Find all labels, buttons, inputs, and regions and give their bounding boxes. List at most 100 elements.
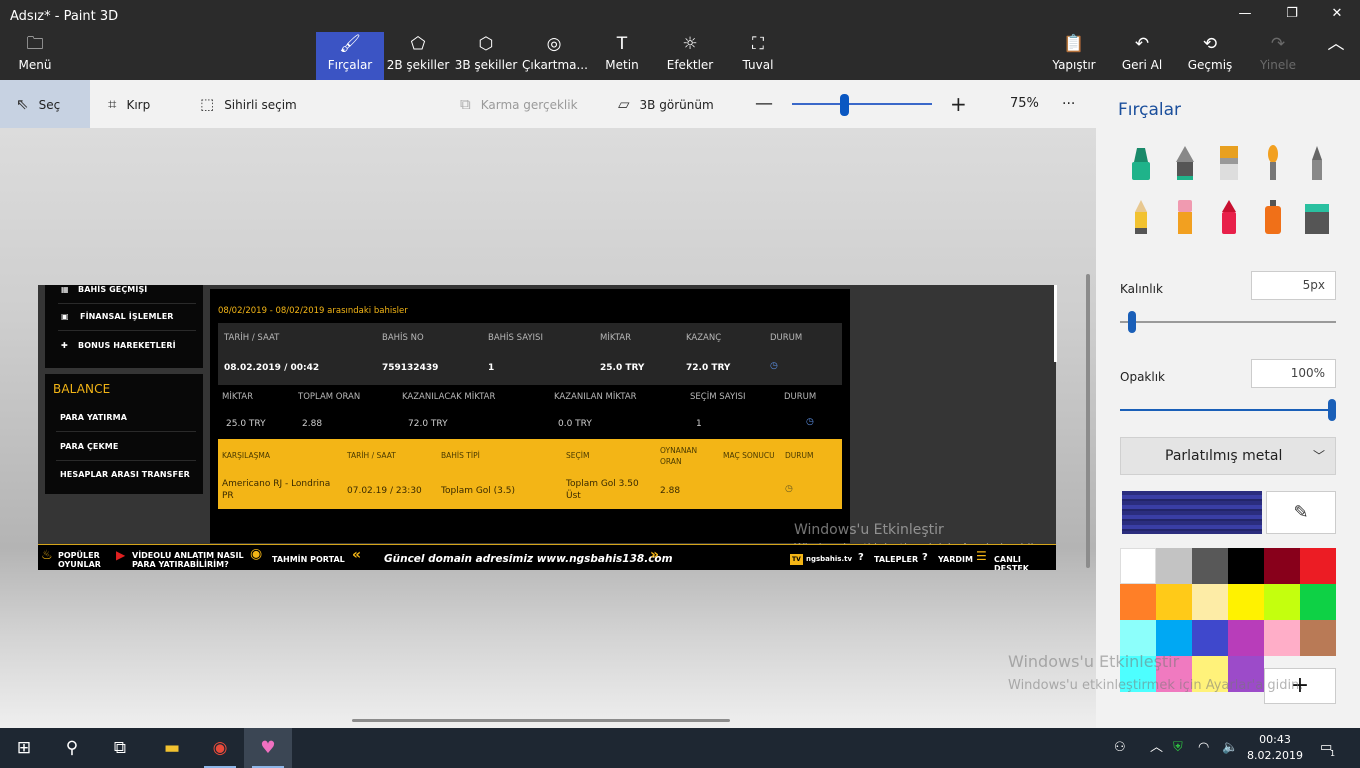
paint3d-taskbar-button[interactable]: ♥ bbox=[244, 728, 292, 768]
pencil-brush[interactable] bbox=[1126, 198, 1156, 238]
color-swatch[interactable] bbox=[1300, 620, 1336, 656]
chat-icon: ☰ bbox=[976, 549, 987, 563]
color-swatch[interactable] bbox=[1156, 548, 1192, 584]
eyedropper-button[interactable]: ✎ bbox=[1266, 491, 1336, 534]
redo-button[interactable]: ↷ Yinele bbox=[1254, 32, 1302, 80]
color-swatch[interactable] bbox=[1120, 548, 1156, 584]
footer-help[interactable]: YARDIM bbox=[938, 555, 973, 564]
paste-button[interactable]: 📋 Yapıştır bbox=[1050, 32, 1098, 80]
pixel-pen-brush[interactable] bbox=[1302, 144, 1332, 184]
color-swatch[interactable] bbox=[1192, 548, 1228, 584]
color-swatch[interactable] bbox=[1264, 584, 1300, 620]
footer-tahmin[interactable]: TAHMİN PORTAL bbox=[272, 555, 345, 564]
maximize-button[interactable]: ❐ bbox=[1281, 6, 1303, 26]
collapse-ribbon-button[interactable]: ︿ bbox=[1318, 32, 1354, 80]
chevron-up-icon: ︿ bbox=[1327, 34, 1345, 54]
icon-money: ▣ bbox=[61, 312, 69, 321]
crayon-brush[interactable] bbox=[1214, 198, 1244, 238]
calligraphy-pen-brush[interactable] bbox=[1170, 144, 1200, 184]
color-swatch[interactable] bbox=[1300, 584, 1336, 620]
start-button[interactable]: ⊞ bbox=[0, 728, 48, 768]
more-options-button[interactable]: ··· bbox=[1062, 80, 1075, 128]
thickness-slider-track[interactable] bbox=[1120, 321, 1336, 323]
shapes2d-tab[interactable]: ⬠ 2B şekiller bbox=[386, 32, 450, 80]
mixed-reality-button[interactable]: ⧉ Karma gerçeklik bbox=[460, 80, 578, 128]
vertical-scrollbar[interactable] bbox=[1086, 274, 1090, 568]
footer-domain[interactable]: Güncel domain adresimiz www.ngsbahis138.… bbox=[384, 554, 673, 565]
t3-header: DURUM bbox=[785, 451, 814, 460]
text-tab[interactable]: T Metin bbox=[598, 32, 646, 80]
material-dropdown[interactable]: Parlatılmış metal ﹀ bbox=[1120, 437, 1336, 475]
crop-tool[interactable]: ⌗ Kırp bbox=[108, 80, 150, 128]
color-swatch[interactable] bbox=[1228, 548, 1264, 584]
task-view-button[interactable]: ⧉ bbox=[96, 728, 144, 768]
opacity-slider-track[interactable] bbox=[1120, 409, 1336, 411]
footer-popular[interactable]: POPÜLER OYUNLAR bbox=[58, 551, 120, 569]
eraser-brush[interactable] bbox=[1170, 198, 1200, 238]
color-swatch[interactable] bbox=[1300, 548, 1336, 584]
color-swatch[interactable] bbox=[1228, 584, 1264, 620]
effects-tab[interactable]: ☼ Efektler bbox=[662, 32, 718, 80]
opacity-input[interactable]: 100% bbox=[1251, 359, 1336, 388]
view3d-button[interactable]: ▱ 3B görünüm bbox=[618, 80, 714, 128]
clock[interactable]: 00:43 8.02.2019 bbox=[1246, 732, 1304, 764]
color-swatch[interactable] bbox=[1120, 620, 1156, 656]
zoom-slider-track[interactable] bbox=[792, 103, 932, 105]
color-swatch[interactable] bbox=[1120, 584, 1156, 620]
current-color-swatch[interactable] bbox=[1122, 491, 1262, 534]
footer-video[interactable]: VİDEOLU ANLATIM NASIL PARA YATIRABİLİRİM… bbox=[132, 551, 248, 569]
search-icon: ⚲ bbox=[65, 738, 79, 758]
security-icon[interactable]: ⛨ bbox=[1173, 728, 1183, 768]
notification-icon[interactable]: ▭ 1 bbox=[1320, 728, 1335, 768]
people-icon[interactable]: ⚇ bbox=[1114, 728, 1126, 768]
watercolor-brush[interactable] bbox=[1258, 144, 1288, 184]
t2-header: DURUM bbox=[784, 392, 817, 402]
color-swatch[interactable] bbox=[1264, 548, 1300, 584]
zoom-slider-thumb[interactable] bbox=[839, 94, 849, 116]
folder-icon: 🗀 bbox=[26, 34, 44, 54]
color-swatch[interactable] bbox=[1264, 620, 1300, 656]
magic-select-tool[interactable]: ⬚ Sihirli seçim bbox=[200, 80, 297, 128]
search-button[interactable]: ⚲ bbox=[48, 728, 96, 768]
thickness-input[interactable]: 5px bbox=[1251, 271, 1336, 300]
history-button[interactable]: ⟲ Geçmiş bbox=[1186, 32, 1234, 80]
spray-can-brush[interactable] bbox=[1258, 198, 1288, 238]
color-swatch[interactable] bbox=[1228, 620, 1264, 656]
menu-button[interactable]: 🗀 Menü bbox=[8, 32, 62, 80]
stickers-tab[interactable]: ◎ Çıkartma... bbox=[522, 32, 588, 80]
volume-icon[interactable]: 🔈 bbox=[1222, 728, 1238, 768]
text-label: Metin bbox=[605, 58, 639, 72]
footer-support[interactable]: CANLI DESTEK bbox=[994, 555, 1056, 570]
zoom-out-button[interactable]: — bbox=[755, 80, 773, 128]
footer-requests[interactable]: TALEPLER bbox=[874, 555, 918, 564]
fill-bucket-brush[interactable] bbox=[1302, 198, 1332, 238]
thickness-slider-thumb[interactable] bbox=[1128, 311, 1136, 333]
color-swatch[interactable] bbox=[1192, 620, 1228, 656]
footer-ngstv[interactable]: ngsbahis.tv bbox=[806, 555, 852, 564]
t3-cell: 2.88 bbox=[660, 486, 681, 496]
screenshot-edge bbox=[1054, 285, 1057, 362]
crop-label: Kırp bbox=[126, 98, 151, 112]
oil-brush[interactable] bbox=[1214, 144, 1244, 184]
file-explorer-button[interactable]: ▬ bbox=[148, 728, 196, 768]
chevron-up-icon[interactable]: ︿ bbox=[1150, 728, 1163, 768]
pasted-screenshot[interactable]: ▦ BAHİS GEÇMİŞİ ▣ FİNANSAL İŞLEMLER ✚ BO… bbox=[38, 285, 1056, 570]
marker-brush[interactable] bbox=[1126, 144, 1156, 184]
close-button[interactable]: ✕ bbox=[1326, 6, 1348, 26]
wifi-icon[interactable]: ◠ bbox=[1198, 728, 1209, 768]
shapes3d-tab[interactable]: ⬡ 3B şekiller bbox=[454, 32, 518, 80]
opacity-slider-thumb[interactable] bbox=[1328, 399, 1336, 421]
minimize-button[interactable]: — bbox=[1234, 6, 1256, 26]
chrome-button[interactable]: ◉ bbox=[196, 728, 244, 768]
brushes-tab[interactable]: 🖌 Fırçalar bbox=[316, 32, 384, 80]
select-tool[interactable]: ⇖ Seç bbox=[0, 80, 90, 128]
undo-button[interactable]: ↶ Geri Al bbox=[1118, 32, 1166, 80]
canvas-tab[interactable]: ⛶ Tuval bbox=[734, 32, 782, 80]
color-swatch[interactable] bbox=[1156, 584, 1192, 620]
undo-label: Geri Al bbox=[1121, 58, 1163, 72]
zoom-in-button[interactable]: + bbox=[950, 80, 967, 128]
fill-bucket-icon bbox=[1305, 204, 1329, 234]
horizontal-scrollbar[interactable] bbox=[352, 719, 730, 722]
color-swatch[interactable] bbox=[1192, 584, 1228, 620]
color-swatch[interactable] bbox=[1156, 620, 1192, 656]
